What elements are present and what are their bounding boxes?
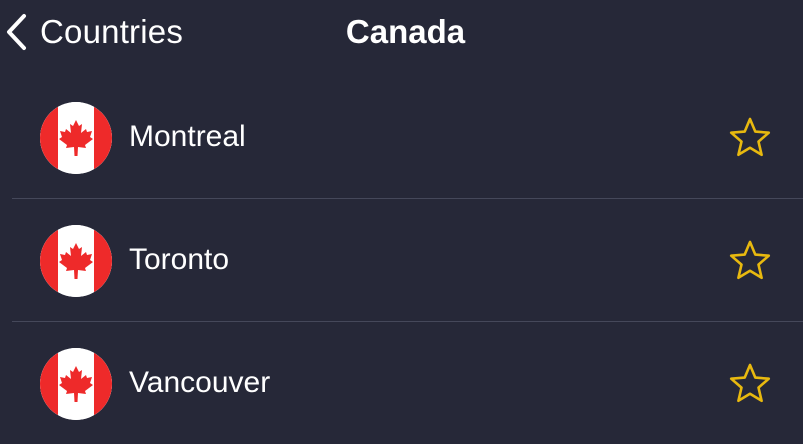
navigation-bar: Countries Canada	[0, 0, 803, 66]
star-outline-icon	[728, 362, 772, 406]
favorite-button[interactable]	[728, 116, 772, 160]
city-name: Toronto	[129, 243, 230, 276]
city-name: Vancouver	[129, 366, 271, 399]
list-item-toronto[interactable]: Toronto	[0, 199, 803, 322]
favorite-button[interactable]	[728, 362, 772, 406]
canada-flag-icon	[40, 225, 112, 297]
city-name: Montreal	[129, 120, 246, 153]
city-list-screen: Countries Canada Montreal Toronto Vancou…	[0, 0, 803, 444]
city-list: Montreal Toronto Vancouver	[0, 76, 803, 444]
list-item-vancouver[interactable]: Vancouver	[0, 322, 803, 444]
canada-flag-icon	[40, 348, 112, 420]
favorite-button[interactable]	[728, 239, 772, 283]
page-title: Canada	[345, 13, 466, 50]
list-item-montreal[interactable]: Montreal	[0, 76, 803, 199]
star-outline-icon	[728, 239, 772, 283]
star-outline-icon	[728, 116, 772, 160]
canada-flag-icon	[40, 102, 112, 174]
